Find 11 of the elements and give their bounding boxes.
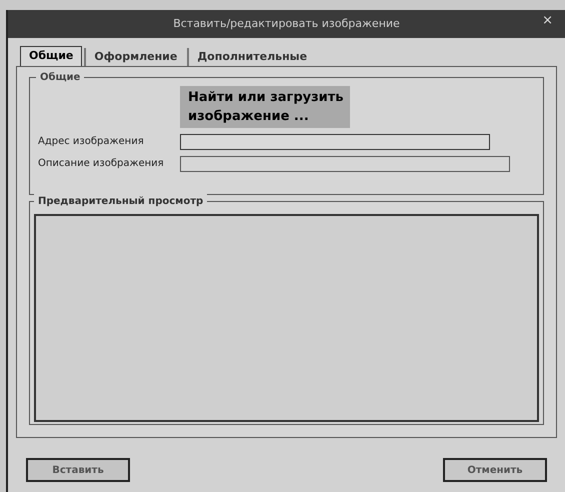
window-title: Вставить/редактировать изображение <box>173 16 400 32</box>
field-label: Описание изображения <box>38 158 165 170</box>
field-label: Адрес изображения <box>38 136 145 148</box>
tab[interactable]: Общие <box>20 46 82 66</box>
cancel-button[interactable]: Отменить <box>443 458 547 482</box>
insert-button[interactable]: Вставить <box>26 458 130 482</box>
find-image-button[interactable]: Найти или загрузить изображение ... <box>180 86 350 128</box>
input-field[interactable] <box>180 134 490 150</box>
close-button[interactable]: × <box>538 14 557 27</box>
fieldset-legend: Предварительный просмотр <box>34 194 208 209</box>
input-field[interactable] <box>180 156 510 172</box>
